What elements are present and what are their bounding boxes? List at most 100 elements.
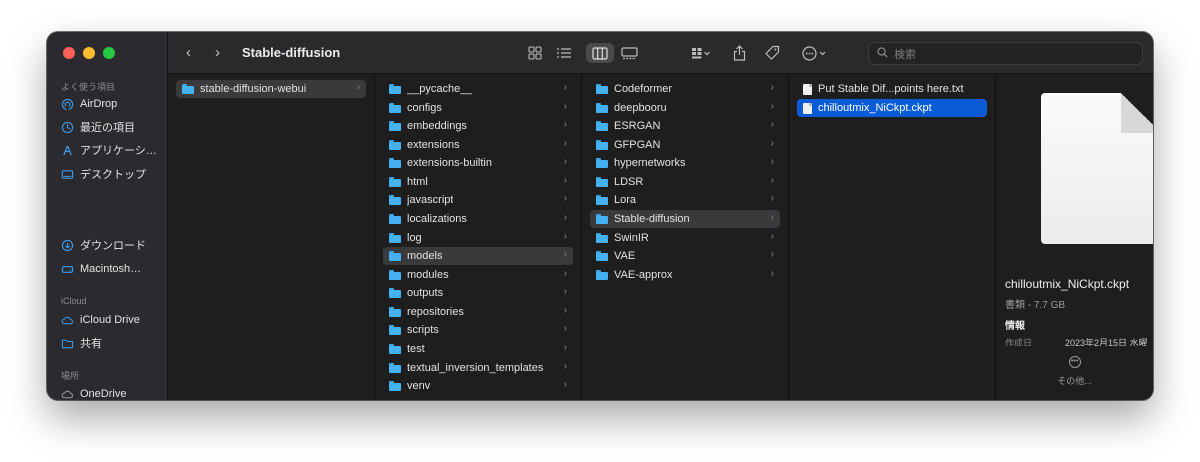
chevron-right-icon: › [770, 268, 774, 279]
item-name: test [407, 343, 425, 355]
list-item[interactable]: stable-diffusion-webui › [176, 80, 366, 98]
created-value: 2023年2月15日 水曜 [1065, 338, 1148, 346]
list-item[interactable]: venv › [383, 377, 573, 395]
list-item[interactable]: VAE-approx › [590, 266, 780, 284]
list-item[interactable]: repositories › [383, 303, 573, 321]
chevron-right-icon: › [563, 119, 567, 130]
list-item[interactable]: GFPGAN › [590, 136, 780, 154]
list-item[interactable]: Codeformer › [590, 80, 780, 98]
item-name: VAE-approx [614, 269, 673, 281]
item-name: models [407, 250, 443, 262]
list-item[interactable]: textual_inversion_templates › [383, 359, 573, 377]
sidebar-item-applications[interactable]: アプリケーシ… [61, 141, 157, 159]
sidebar-item-onedrive[interactable]: OneDrive [61, 385, 126, 400]
list-item[interactable]: VAE › [590, 247, 780, 265]
more-button[interactable]: ••• その他... [996, 356, 1153, 387]
tag-icon [764, 45, 780, 61]
search-field[interactable]: 検索 [868, 42, 1143, 65]
list-item[interactable]: scripts › [383, 321, 573, 339]
gallery-view-button[interactable] [618, 43, 640, 63]
folder-icon [596, 103, 608, 113]
forward-button[interactable]: › [215, 44, 220, 61]
list-item[interactable]: configs › [383, 99, 573, 117]
list-item[interactable]: log › [383, 229, 573, 247]
folder-icon [389, 140, 401, 150]
sidebar-section-locations: 場所 [61, 371, 80, 381]
text-file-icon [803, 83, 812, 95]
column-view-button[interactable] [586, 43, 614, 63]
list-item[interactable]: SwinIR › [590, 229, 780, 247]
list-item[interactable]: html › [383, 173, 573, 191]
chevron-right-icon: › [770, 231, 774, 242]
chevron-right-icon: › [770, 138, 774, 149]
airdrop-icon [61, 98, 74, 111]
list-item[interactable]: Stable-diffusion › [590, 210, 780, 228]
grid-icon [528, 46, 542, 60]
chevron-right-icon: › [563, 342, 567, 353]
search-icon [877, 46, 888, 61]
sidebar-item-shared[interactable]: 共有 [61, 334, 102, 352]
share-button[interactable] [731, 43, 747, 63]
item-name: extensions [407, 139, 460, 151]
back-button[interactable]: ‹ [186, 44, 191, 61]
action-menu-button[interactable] [799, 43, 831, 63]
browser-column-2: __pycache__ › configs › embeddings › extens… [375, 74, 582, 400]
sidebar-item-macintosh-hd[interactable]: Macintosh… [61, 260, 141, 278]
list-item[interactable]: embeddings › [383, 117, 573, 135]
list-item[interactable]: models › [383, 247, 573, 265]
item-name: chilloutmix_NiCkpt.ckpt [818, 102, 932, 114]
item-name: configs [407, 102, 442, 114]
list-item[interactable]: __pycache__ › [383, 80, 573, 98]
tag-button[interactable] [763, 43, 781, 63]
folder-icon [389, 233, 401, 243]
chevron-right-icon: › [770, 101, 774, 112]
item-name: hypernetworks [614, 157, 686, 169]
sidebar-item-icloud-drive[interactable]: iCloud Drive [61, 311, 140, 329]
list-item[interactable]: extensions › [383, 136, 573, 154]
chevron-right-icon: › [770, 175, 774, 186]
group-button[interactable] [684, 43, 718, 63]
list-item[interactable]: chilloutmix_NiCkpt.ckpt [797, 99, 987, 117]
list-view-button[interactable] [554, 43, 574, 63]
chevron-right-icon: › [563, 138, 567, 149]
sidebar-item-downloads[interactable]: ダウンロード [61, 236, 146, 254]
chevron-right-icon: › [563, 212, 567, 223]
item-name: deepbooru [614, 102, 667, 114]
list-item[interactable]: modules › [383, 266, 573, 284]
sidebar-section-icloud: iCloud [61, 296, 87, 306]
sidebar-item-label: OneDrive [80, 388, 127, 400]
list-item[interactable]: LDSR › [590, 173, 780, 191]
close-window-button[interactable] [63, 47, 75, 59]
list-item[interactable]: Put Stable Dif...points here.txt [797, 80, 987, 98]
chevron-right-icon: › [563, 379, 567, 390]
list-item[interactable]: extensions-builtin › [383, 154, 573, 172]
sidebar-item-recents[interactable]: 最近の項目 [61, 118, 135, 136]
chevron-right-icon: › [563, 286, 567, 297]
list-item[interactable]: hypernetworks › [590, 154, 780, 172]
list-item[interactable]: ESRGAN › [590, 117, 780, 135]
chevron-right-icon: › [356, 82, 360, 93]
gallery-icon [620, 46, 638, 60]
list-item[interactable]: javascript › [383, 191, 573, 209]
sidebar-item-label: アプリケーシ… [80, 145, 157, 157]
zoom-window-button[interactable] [103, 47, 115, 59]
item-name: Put Stable Dif...points here.txt [818, 83, 964, 95]
minimize-window-button[interactable] [83, 47, 95, 59]
chevron-right-icon: › [770, 119, 774, 130]
list-item[interactable]: Lora › [590, 191, 780, 209]
sidebar-item-desktop[interactable]: デスクトップ [61, 165, 146, 183]
sidebar: よく使う項目 AirDrop 最近の項目 アプリケーシ… デスクトップ ダウンロ… [47, 32, 168, 400]
icon-view-button[interactable] [525, 43, 545, 63]
folder-icon [596, 270, 608, 280]
folder-icon [389, 84, 401, 94]
sidebar-item-label: iCloud Drive [80, 314, 140, 326]
item-name: Codeformer [614, 83, 673, 95]
file-icon [803, 102, 812, 114]
list-item[interactable]: test › [383, 340, 573, 358]
list-item[interactable]: outputs › [383, 284, 573, 302]
ellipsis-circle-icon [802, 45, 828, 61]
sidebar-item-airdrop[interactable]: AirDrop [61, 95, 117, 113]
list-item[interactable]: localizations › [383, 210, 573, 228]
list-item[interactable]: deepbooru › [590, 99, 780, 117]
folder-icon [389, 344, 401, 354]
